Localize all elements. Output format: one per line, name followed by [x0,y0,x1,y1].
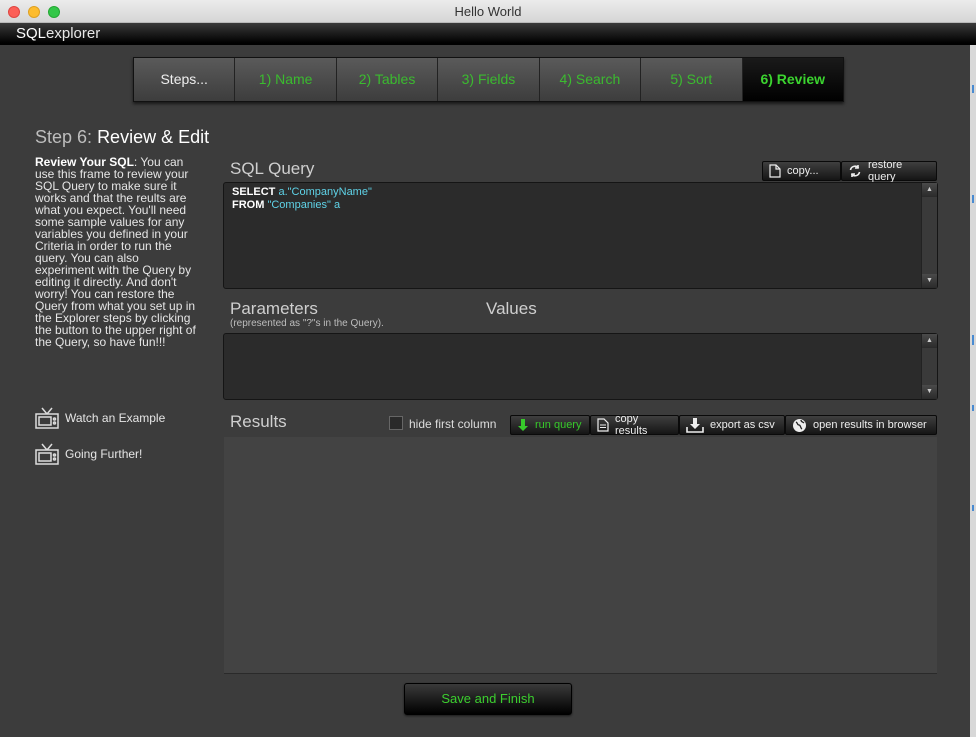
tv-icon [35,443,59,465]
steps-bar: Steps... 1) Name 2) Tables 3) Fields 4) … [133,57,844,102]
globe-icon [792,418,807,433]
step-tab-name[interactable]: 1) Name [235,58,337,101]
help-text: Review Your SQL: You can use this frame … [35,155,196,349]
scroll-down-icon[interactable]: ▼ [922,274,937,288]
step-tab-sort[interactable]: 5) Sort [641,58,743,101]
main-panel: Steps... 1) Name 2) Tables 3) Fields 4) … [0,45,976,737]
results-grid[interactable] [224,437,937,674]
open-in-browser-button[interactable]: open results in browser [785,415,937,435]
export-csv-button[interactable]: export as csv [679,415,785,435]
document-icon [769,164,781,178]
step-tab-steps[interactable]: Steps... [134,58,236,101]
step-tab-fields[interactable]: 3) Fields [438,58,540,101]
query-scrollbar[interactable]: ▲ ▼ [921,183,937,288]
parameters-scrollbar[interactable]: ▲ ▼ [921,334,937,399]
scroll-down-icon[interactable]: ▼ [922,385,937,399]
going-further-link[interactable]: Going Further! [35,443,142,465]
sql-query-label: SQL Query [230,159,315,178]
sql-query-editor[interactable]: SELECT a."CompanyName" FROM "Companies" … [223,182,938,289]
page-title: Step 6: Review & Edit [35,127,210,147]
title-bar: Hello World [0,0,976,23]
parameters-label: Parameters [230,299,318,318]
copy-query-button[interactable]: copy... [762,161,841,181]
parameters-table[interactable]: ▲ ▼ [223,333,938,400]
maximize-window-button[interactable] [48,6,60,18]
run-query-button[interactable]: run query [510,415,590,435]
document-icon [597,418,609,432]
download-icon [686,417,704,433]
save-and-finish-button[interactable]: Save and Finish [404,683,572,715]
scroll-up-icon[interactable]: ▲ [922,183,937,197]
tv-icon [35,407,59,429]
scroll-up-icon[interactable]: ▲ [922,334,937,348]
results-label: Results [230,412,287,431]
parameters-hint: (represented as "?"s in the Query). [230,318,384,329]
watch-example-link[interactable]: Watch an Example [35,407,165,429]
step-tab-tables[interactable]: 2) Tables [336,58,439,101]
hide-first-column-label: hide first column [409,417,497,431]
step-tab-review[interactable]: 6) Review [742,58,843,101]
copy-results-button[interactable]: copy results [590,413,679,437]
minimize-window-button[interactable] [28,6,40,18]
hide-first-column-checkbox[interactable] [389,416,403,430]
window-title: Hello World [454,4,522,19]
step-tab-search[interactable]: 4) Search [539,58,642,101]
app-logo: SQLexplorer [16,25,101,42]
refresh-icon [848,164,862,178]
values-label: Values [486,299,537,318]
close-window-button[interactable] [8,6,20,18]
restore-query-button[interactable]: restore query [841,159,937,183]
arrow-down-icon [517,418,529,432]
app-header: SQLexplorer [0,23,976,45]
